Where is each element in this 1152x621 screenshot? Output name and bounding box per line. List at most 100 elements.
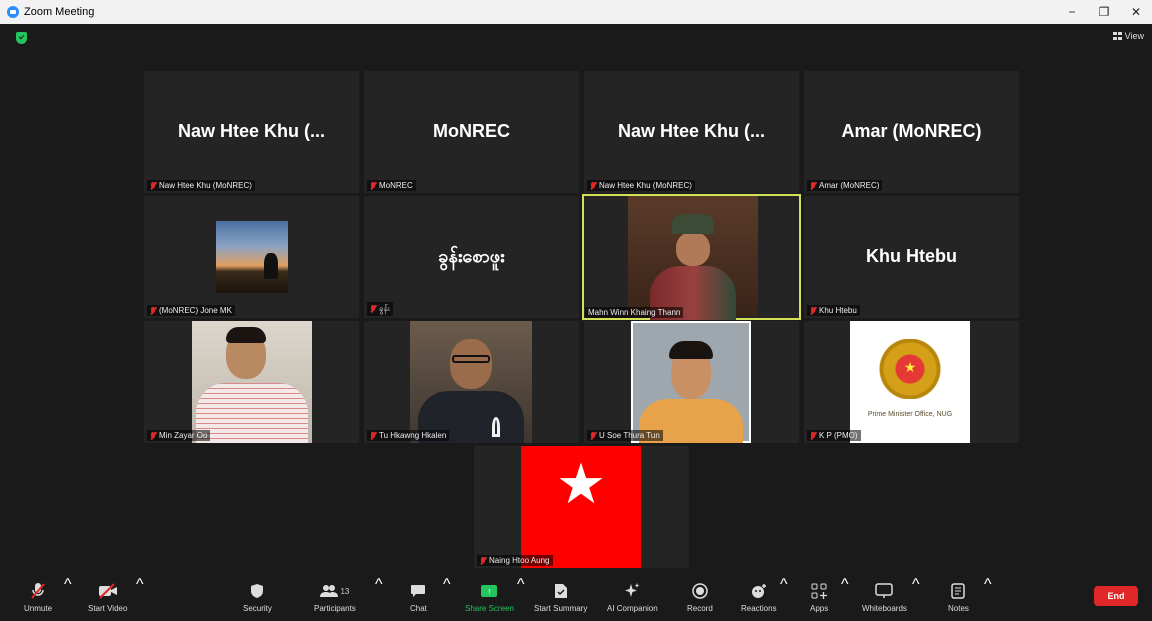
participant-tile[interactable]: Tu Hkawng Hkalen — [364, 321, 579, 443]
participant-label: Naw Htee Khu (MoNREC) — [587, 180, 695, 191]
start-summary-button[interactable]: Start Summary — [534, 576, 587, 621]
window-title: Zoom Meeting — [24, 6, 95, 18]
mic-muted-icon — [480, 556, 486, 565]
participant-tile[interactable]: Naw Htee Khu (... Naw Htee Khu (MoNREC) — [584, 71, 799, 193]
meeting-toolbar: Unmute ^ Start Video ^ Security 13 Parti… — [0, 576, 1152, 621]
participant-display-name: Khu Htebu — [866, 246, 957, 266]
video-options-caret[interactable]: ^ — [136, 576, 144, 621]
chat-icon — [410, 580, 426, 602]
close-button[interactable]: ✕ — [1120, 0, 1152, 24]
view-label: View — [1124, 31, 1144, 41]
share-screen-icon: ↑ — [481, 580, 498, 602]
whiteboards-button[interactable]: Whiteboards — [862, 576, 907, 621]
whiteboard-icon — [875, 580, 894, 602]
mic-muted-icon — [810, 431, 816, 440]
participants-count: 13 — [340, 586, 350, 596]
whiteboards-options-caret[interactable]: ^ — [912, 576, 920, 621]
emblem-caption: Prime Minister Office, NUG — [867, 411, 953, 418]
mic-muted-icon — [370, 181, 376, 190]
apps-options-caret[interactable]: ^ — [841, 576, 849, 621]
flag-image: ★ — [521, 446, 641, 568]
ai-companion-button[interactable]: AI Companion — [607, 576, 658, 621]
share-screen-button[interactable]: ↑ Share Screen — [465, 576, 514, 621]
participant-display-name: Naw Htee Khu (... — [177, 121, 325, 141]
mic-muted-icon — [370, 305, 376, 313]
participant-label: U Soe Thura Tun — [587, 430, 663, 441]
notes-options-caret[interactable]: ^ — [984, 576, 992, 621]
chat-button[interactable]: Chat — [410, 576, 427, 621]
sparkle-icon — [623, 580, 641, 602]
participant-label: (MoNREC) Jone MK — [147, 305, 235, 316]
mic-muted-icon — [590, 431, 596, 440]
summary-icon — [554, 580, 568, 602]
participant-video — [410, 321, 532, 443]
participant-label: Tu Hkawng Hkalen — [367, 430, 450, 441]
participant-display-name: MoNREC — [433, 121, 510, 141]
view-button[interactable]: View — [1112, 31, 1144, 41]
participant-label: Khu Htebu — [807, 305, 860, 316]
security-button[interactable]: Security — [243, 576, 272, 621]
participants-options-caret[interactable]: ^ — [375, 576, 383, 621]
participant-label: ခွန်း — [367, 302, 393, 316]
end-meeting-button[interactable]: End — [1094, 586, 1138, 606]
participant-label: K P (PMO) — [807, 430, 861, 441]
notes-button[interactable]: Notes — [948, 576, 969, 621]
participant-tile-active-speaker[interactable]: Mahn Winn Khaing Thann — [582, 194, 801, 320]
notes-icon — [951, 580, 966, 602]
participant-tile[interactable]: Min Zayar Oo — [144, 321, 359, 443]
record-button[interactable]: Record — [687, 576, 713, 621]
participant-label: Naing Htoo Aung — [477, 555, 553, 566]
emblem-image: ★ Prime Minister Office, NUG — [850, 321, 970, 443]
encryption-shield-icon[interactable] — [16, 32, 27, 44]
participant-tile[interactable]: ★ Naing Htoo Aung — [474, 446, 689, 568]
participant-tile[interactable]: ခွန်းစောဖူး ခွန်း — [364, 196, 579, 318]
mic-muted-icon — [150, 431, 156, 440]
mic-muted-icon — [590, 181, 596, 190]
unmute-button[interactable]: Unmute — [24, 576, 52, 621]
shield-icon — [250, 580, 264, 602]
mic-muted-icon — [810, 306, 816, 315]
profile-picture — [216, 221, 288, 293]
grid-view-icon — [1112, 32, 1122, 40]
start-video-button[interactable]: Start Video — [88, 576, 127, 621]
reactions-options-caret[interactable]: ^ — [780, 576, 788, 621]
participant-tile[interactable]: Khu Htebu Khu Htebu — [804, 196, 1019, 318]
participant-tile[interactable]: MoNREC MoNREC — [364, 71, 579, 193]
apps-icon — [811, 580, 828, 602]
participant-display-name: Naw Htee Khu (... — [617, 121, 765, 141]
reactions-button[interactable]: Reactions — [741, 576, 777, 621]
share-options-caret[interactable]: ^ — [517, 576, 525, 621]
mic-muted-icon — [810, 181, 816, 190]
restore-button[interactable]: ❐ — [1088, 0, 1120, 24]
window-titlebar: Zoom Meeting − ❐ ✕ — [0, 0, 1152, 24]
mic-muted-icon — [370, 431, 376, 440]
record-icon — [692, 580, 708, 602]
minimize-button[interactable]: − — [1056, 0, 1088, 24]
participants-icon: 13 — [320, 580, 349, 602]
participant-label: Amar (MoNREC) — [807, 180, 883, 191]
participant-video — [631, 321, 751, 443]
participant-label: Min Zayar Oo — [147, 430, 211, 441]
mic-muted-icon — [150, 306, 156, 315]
participant-label: Naw Htee Khu (MoNREC) — [147, 180, 255, 191]
participant-video — [628, 196, 758, 320]
mic-off-icon — [30, 580, 46, 602]
participant-display-name: Amar (MoNREC) — [841, 121, 982, 141]
zoom-logo-icon — [7, 6, 19, 18]
mic-muted-icon — [150, 181, 156, 190]
participant-video — [192, 321, 312, 443]
chat-options-caret[interactable]: ^ — [443, 576, 451, 621]
star-icon: ★ — [555, 452, 607, 515]
participant-tile[interactable]: Amar (MoNREC) Amar (MoNREC) — [804, 71, 1019, 193]
participant-tile[interactable]: U Soe Thura Tun — [584, 321, 799, 443]
apps-button[interactable]: Apps — [810, 576, 828, 621]
participant-tile[interactable]: Naw Htee Khu (... Naw Htee Khu (MoNREC) — [144, 71, 359, 193]
video-off-icon — [98, 580, 118, 602]
participant-tile[interactable]: ★ Prime Minister Office, NUG K P (PMO) — [804, 321, 1019, 443]
participant-label: MoNREC — [367, 180, 416, 191]
emoji-icon — [751, 580, 767, 602]
participant-label: Mahn Winn Khaing Thann — [585, 307, 684, 318]
audio-options-caret[interactable]: ^ — [64, 576, 72, 621]
participant-tile[interactable]: (MoNREC) Jone MK — [144, 196, 359, 318]
participants-button[interactable]: 13 Participants — [314, 576, 356, 621]
